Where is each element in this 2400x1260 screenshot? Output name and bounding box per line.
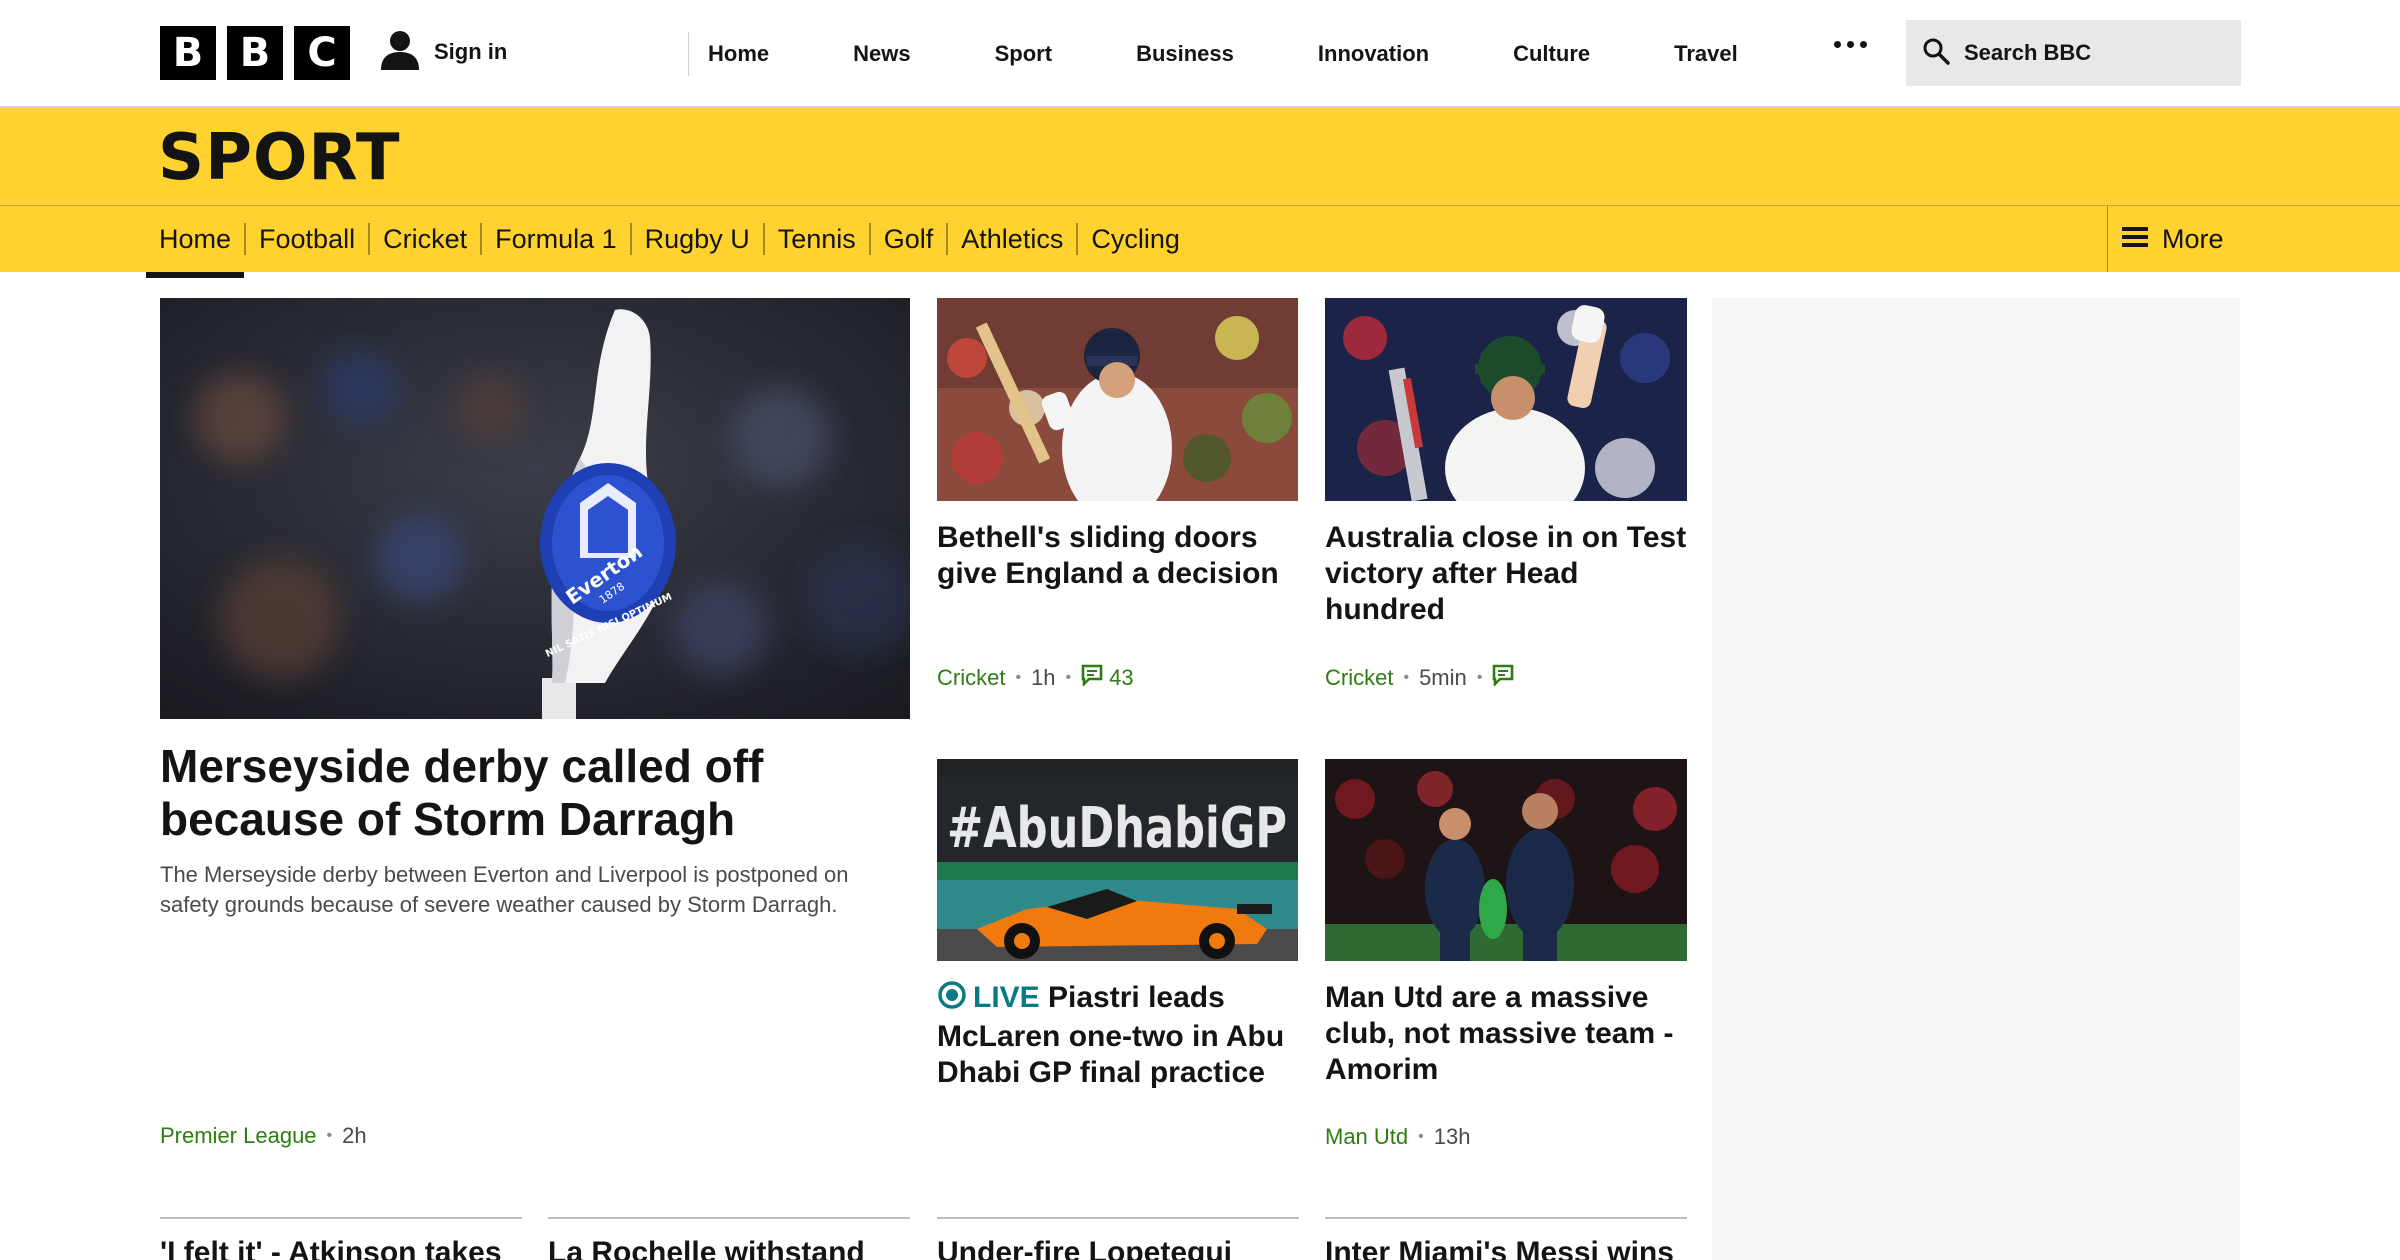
bottom-story-headline[interactable]: Under-fire Lopetegui xyxy=(937,1236,1299,1260)
bottom-story-headline[interactable]: La Rochelle withstand xyxy=(548,1236,910,1260)
bottom-story-headline[interactable]: 'I felt it' - Atkinson takes xyxy=(160,1236,522,1260)
nav-sport[interactable]: Sport xyxy=(995,41,1052,67)
story-image-man-utd[interactable] xyxy=(1325,759,1687,961)
more-sports-button[interactable]: More xyxy=(2107,206,2224,272)
story-meta: Man Utd • 13h xyxy=(1325,1124,1471,1150)
sign-in-label: Sign in xyxy=(434,39,508,64)
story-tag[interactable]: Man Utd xyxy=(1325,1124,1408,1150)
story-headline[interactable]: Man Utd are a massive club, not massive … xyxy=(1325,980,1687,1088)
story-time: 13h xyxy=(1433,1124,1471,1149)
live-icon xyxy=(937,980,967,1019)
bottom-story-headline[interactable]: Inter Miami's Messi wins xyxy=(1325,1236,1687,1260)
search-box[interactable]: Search BBC xyxy=(1906,20,2241,86)
comments-link[interactable] xyxy=(1492,664,1514,692)
story-meta: Cricket • 5min • xyxy=(1325,664,1514,692)
logo-letter: B xyxy=(160,26,216,80)
tab-cricket[interactable]: Cricket xyxy=(368,223,480,255)
tab-cycling[interactable]: Cycling xyxy=(1076,223,1193,255)
sport-nav: Home Football Cricket Formula 1 Rugby U … xyxy=(0,206,2400,278)
story-tag[interactable]: Cricket xyxy=(1325,665,1393,691)
nav-divider xyxy=(688,32,689,76)
tab-golf[interactable]: Golf xyxy=(868,223,947,255)
sport-header: SPORT xyxy=(0,107,2400,206)
nav-travel[interactable]: Travel xyxy=(1674,41,1738,67)
nav-home[interactable]: Home xyxy=(708,41,769,67)
tab-rugby-union[interactable]: Rugby U xyxy=(629,223,763,255)
divider xyxy=(1325,1217,1687,1219)
logo-letter: B xyxy=(227,26,283,80)
lead-time: 2h xyxy=(342,1123,367,1148)
comment-icon xyxy=(1492,664,1514,692)
bbc-logo[interactable]: B B C xyxy=(160,26,350,80)
comments-link[interactable]: 43 xyxy=(1081,664,1134,692)
live-label: LIVE xyxy=(973,981,1040,1014)
story-meta: Cricket • 1h • 43 xyxy=(937,664,1134,692)
lead-headline[interactable]: Merseyside derby called off because of S… xyxy=(160,740,860,846)
tab-football[interactable]: Football xyxy=(244,223,368,255)
story-time: 5min xyxy=(1419,665,1467,690)
nav-innovation[interactable]: Innovation xyxy=(1318,41,1429,67)
search-icon xyxy=(1922,37,1950,70)
lead-tag[interactable]: Premier League xyxy=(160,1123,317,1149)
hamburger-icon xyxy=(2122,225,2148,254)
lead-story-image[interactable]: Everton 1878 NIL SATIS NISI OPTIMUM xyxy=(160,298,910,719)
more-menu-icon[interactable] xyxy=(1834,41,1867,48)
live-story-headline[interactable]: LIVE Piastri leads McLaren one-two in Ab… xyxy=(937,980,1298,1091)
more-label: More xyxy=(2162,223,2224,254)
user-icon xyxy=(380,30,420,75)
nav-culture[interactable]: Culture xyxy=(1513,41,1590,67)
search-placeholder: Search BBC xyxy=(1964,40,2092,65)
tab-formula-1[interactable]: Formula 1 xyxy=(480,223,630,255)
divider xyxy=(548,1217,910,1219)
global-header: B B C Sign in Home News Sport Business I… xyxy=(0,0,2400,107)
comment-count: 43 xyxy=(1109,665,1134,690)
story-image-bethell[interactable] xyxy=(937,298,1298,501)
sign-in-link[interactable]: Sign in xyxy=(380,29,507,75)
story-time: 1h xyxy=(1031,665,1056,690)
advert-slot xyxy=(1712,298,2240,1260)
story-tag[interactable]: Cricket xyxy=(937,665,1005,691)
divider xyxy=(160,1217,522,1219)
logo-letter: C xyxy=(294,26,350,80)
divider xyxy=(937,1217,1299,1219)
nav-business[interactable]: Business xyxy=(1136,41,1234,67)
tab-home[interactable]: Home xyxy=(145,223,245,278)
story-headline[interactable]: Australia close in on Test victory after… xyxy=(1325,520,1687,628)
tab-athletics[interactable]: Athletics xyxy=(946,223,1076,255)
tab-tennis[interactable]: Tennis xyxy=(762,223,869,255)
lead-summary: The Merseyside derby between Everton and… xyxy=(160,862,849,917)
nav-news[interactable]: News xyxy=(853,41,910,67)
story-image-abu-dhabi[interactable]: #AbuDhabiGP xyxy=(937,759,1298,961)
lead-meta: Premier League • 2h xyxy=(160,1123,367,1149)
story-headline[interactable]: Bethell's sliding doors give England a d… xyxy=(937,520,1298,592)
sport-title[interactable]: SPORT xyxy=(158,121,400,195)
comment-icon xyxy=(1081,664,1103,692)
abu-dhabi-banner-text: #AbuDhabiGP xyxy=(947,796,1287,861)
main-nav: Home News Sport Business Innovation Cult… xyxy=(708,32,1822,76)
story-image-head[interactable] xyxy=(1325,298,1687,501)
